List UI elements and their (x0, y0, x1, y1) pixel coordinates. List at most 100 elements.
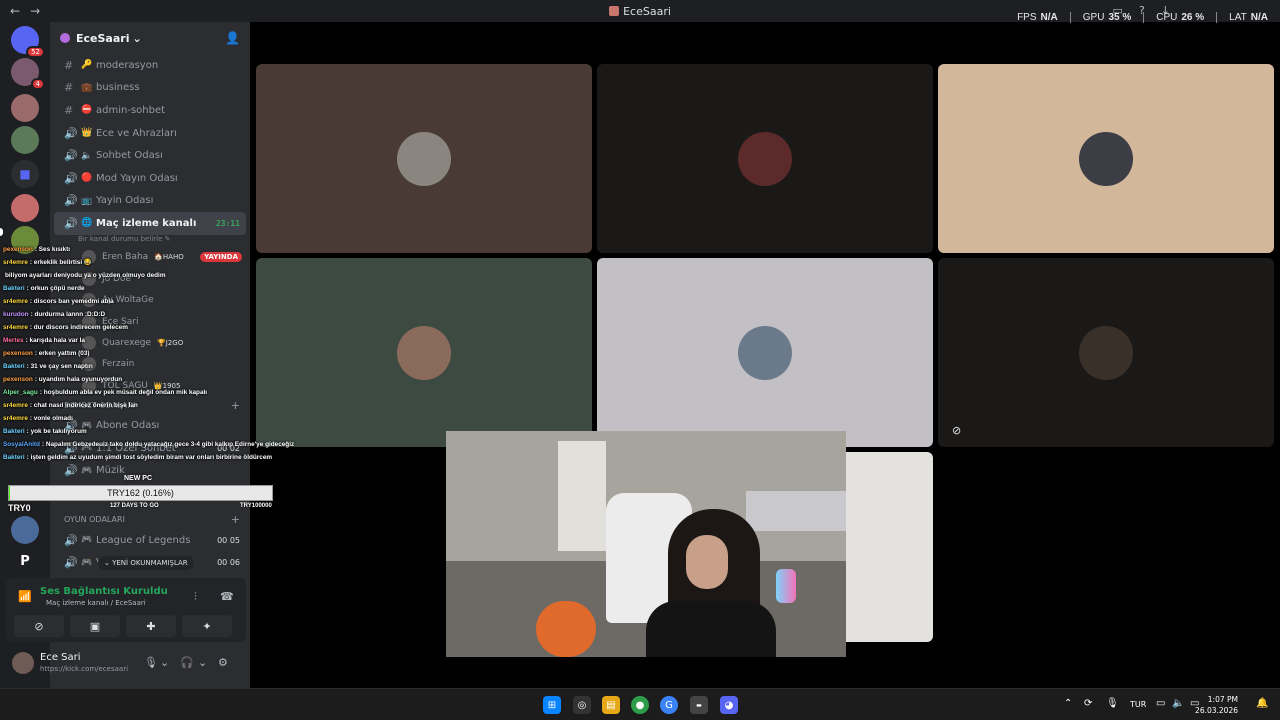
gear-icon[interactable]: ⚙ (218, 656, 228, 669)
chevron-down-icon[interactable]: ⌄ (160, 656, 169, 669)
microphone-icon[interactable]: 🎙 (144, 656, 158, 669)
video-tile[interactable] (938, 64, 1274, 253)
chat-text: : 31 ve çay sen naptın (26, 363, 93, 370)
channel-item[interactable]: 🔊 🔴 Mod Yayın Odası (54, 167, 246, 190)
camera-off-button[interactable]: ⊘ (14, 615, 64, 637)
channel-item[interactable]: 🔊 👑 Ece ve Ahrazları (54, 122, 246, 145)
clock[interactable]: 1:07 PM 26.03.2026 (1195, 694, 1238, 716)
avatar (738, 131, 792, 186)
signal-icon[interactable]: 📶 (18, 590, 32, 603)
category-oyun[interactable]: OYUN ODALARI + (50, 511, 250, 529)
chat-username: pexenson (3, 350, 33, 357)
voice-status[interactable]: Ses Bağlantısı Kuruldu (40, 586, 168, 597)
channel-timer: 23:11 (215, 218, 240, 228)
guild-header[interactable]: EceSaari ⌄ 👤 (50, 22, 250, 54)
avatar[interactable] (12, 652, 34, 674)
chevron-down-icon: ⌄ (132, 31, 142, 45)
chat-message: kurudon: durdurma lannn :D:D:D (3, 308, 303, 321)
chat-message: pexenson: erken yattım (03) (3, 347, 303, 360)
channel-list: # 🔑 moderasyon # 💼 business # ⛔ admin-sohbet 🔊 👑 Ec… (50, 54, 250, 212)
channel-emoji: 👑 (81, 128, 93, 139)
noise-suppression-icon[interactable]: ⫶ (194, 590, 197, 604)
user-name[interactable]: Ece Sari (40, 652, 81, 663)
mic-muted-icon: ⊘ (952, 424, 962, 437)
discord-icon[interactable]: ◕ (720, 696, 738, 714)
hash-icon: # (64, 103, 74, 117)
server-icon[interactable] (11, 126, 39, 154)
volume-icon[interactable]: 🔈 (1172, 698, 1184, 709)
video-tile[interactable] (256, 64, 592, 253)
tray-icon[interactable]: ⟳ (1084, 698, 1092, 709)
speaker-icon: 🔊 (64, 171, 78, 185)
chat-username: pexenson (3, 376, 33, 383)
channel-item[interactable]: 🔊 🎮 League of Legends 00 05 (54, 529, 246, 552)
chat-text: biliyom ayarları deniyodu ya o yüzden ol… (5, 272, 166, 279)
file-explorer-icon[interactable]: ▤ (602, 696, 620, 714)
video-tile[interactable] (597, 258, 933, 447)
chat-message: Mertes: karışda hala var la (3, 334, 303, 347)
dm-home-icon[interactable]: 52 (11, 26, 45, 58)
video-tile[interactable] (597, 64, 933, 253)
user-panel: Ece Sari https://kick.com/ecesaari 🎙 ⌄ 🎧… (6, 648, 246, 680)
guild-icon (60, 33, 70, 43)
server-icon[interactable] (11, 94, 39, 122)
chat-username: sr4emre (3, 298, 28, 305)
screen-share-button[interactable]: ▣ (70, 615, 120, 637)
channel-item[interactable]: 🔊 📺 Yayin Odası (54, 190, 246, 213)
disconnect-icon[interactable]: ☎ (220, 590, 234, 603)
activities-button[interactable]: ✚ (126, 615, 176, 637)
channel-item[interactable]: # 🔑 moderasyon (54, 54, 246, 77)
app-icon[interactable]: ▬ (690, 696, 708, 714)
channel-emoji: 🔈 (81, 150, 93, 161)
channel-emoji: 🔴 (81, 173, 93, 184)
chrome-icon[interactable]: ● (631, 696, 649, 714)
video-tile[interactable]: ⊘ (938, 258, 1274, 447)
user-status-url: https://kick.com/ecesaari (40, 665, 129, 673)
server-icon[interactable] (11, 194, 39, 222)
channel-item[interactable]: 🔊 🔈 Sohbet Odası (54, 144, 246, 167)
avatar (738, 325, 792, 380)
monitor-icon[interactable]: ▭ (1156, 698, 1165, 709)
soundboard-button[interactable]: ✦ (182, 615, 232, 637)
chat-username: sr4emre (3, 259, 28, 266)
add-channel-icon[interactable]: + (231, 513, 240, 526)
windows-start-icon[interactable]: ⊞ (543, 696, 561, 714)
notification-icon[interactable]: 🔔 (1256, 698, 1268, 709)
channel-item[interactable]: # ⛔ admin-sohbet (54, 99, 246, 122)
add-user-icon[interactable]: 👤 (225, 31, 240, 45)
goal-progress-text: TRY162 (0.16%) (107, 488, 174, 498)
p-server-icon[interactable]: P (11, 548, 39, 576)
hash-icon: # (64, 81, 74, 95)
chat-text: : erkeklik belirtisi 😂 (29, 259, 92, 266)
speaker-icon: 🔊 (64, 533, 78, 547)
channel-emoji: 🌐 (81, 218, 93, 229)
voice-channel-sub[interactable]: Maç izleme kanalı / EceSaari (46, 599, 146, 607)
channel-name: League of Legends (96, 534, 191, 546)
chat-text: : erken yattım (03) (34, 350, 90, 357)
video-tile[interactable] (256, 258, 592, 447)
server-icon (609, 5, 620, 16)
server-icon[interactable] (11, 516, 39, 544)
chat-message: Alper_sagu: hoşbuldum abla ev pek müsait… (3, 386, 303, 399)
headphones-icon[interactable]: 🎧 (180, 656, 194, 669)
microphone-icon[interactable]: 🎙 (1106, 698, 1119, 709)
app-icon[interactable]: ◎ (573, 696, 591, 714)
chat-username: pexenson (3, 246, 33, 253)
g-app-icon[interactable]: G (660, 696, 678, 714)
channel-name: admin-sohbet (96, 104, 166, 116)
chat-message: sr4emre: erkeklik belirtisi 😂 (3, 256, 303, 269)
chat-username: Alper_sagu (3, 389, 38, 396)
language-indicator[interactable]: TUR (1130, 700, 1146, 709)
channel-item[interactable]: # 💼 business (54, 77, 246, 100)
chat-message: sr4emre: chat nasıl indiricez önerin biş… (3, 399, 303, 412)
chevron-up-icon[interactable]: ⌃ (1064, 698, 1072, 709)
new-unread-button[interactable]: ⌄ YENİ OKUNMAMIŞLAR (98, 556, 194, 570)
chat-message: pexenson: uyandım hala oyunuyordun (3, 373, 303, 386)
window-title-text: EceSaari (623, 4, 671, 18)
server-icon[interactable]: 4 (11, 58, 45, 90)
chevron-down-icon[interactable]: ⌄ (198, 656, 207, 669)
avatar (397, 131, 451, 186)
folder-icon[interactable]: ■ (11, 160, 39, 188)
channel-mac-izleme[interactable]: 🔊 🌐 Maç izleme kanalı 23:11 (54, 212, 246, 235)
user-count: 00 06 (217, 558, 240, 568)
